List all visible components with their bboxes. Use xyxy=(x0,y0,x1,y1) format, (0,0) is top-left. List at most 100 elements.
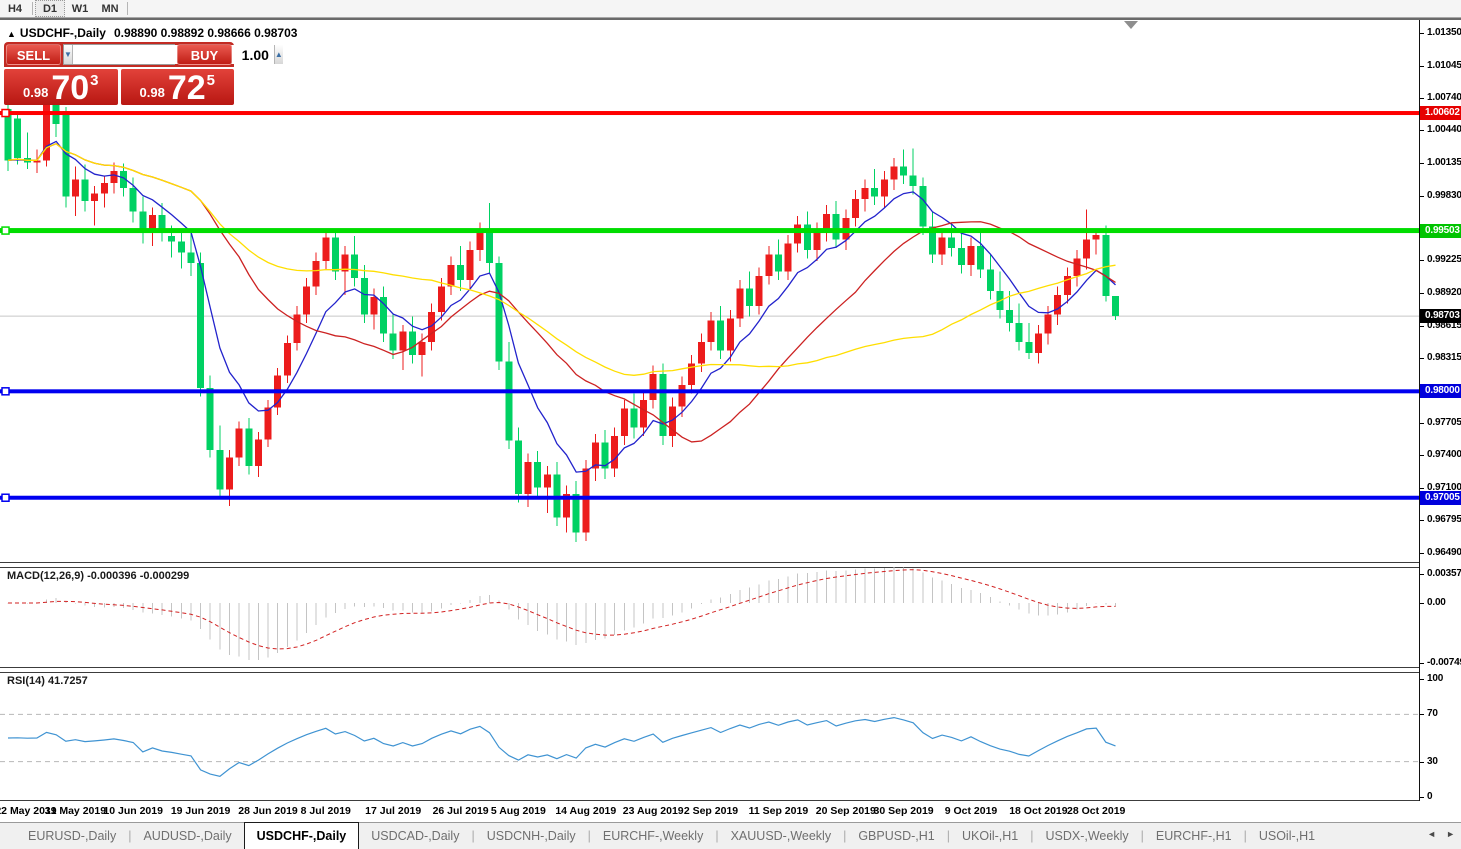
chart-symbol-label: USDCHF-,Daily xyxy=(20,26,106,40)
date-tick-label: 28 Oct 2019 xyxy=(1067,805,1125,817)
date-tick-label: 11 Sep 2019 xyxy=(749,805,809,817)
one-click-trading-panel: SELL ▼ ▲ BUY 0.98 70 3 0.98 72 5 xyxy=(4,42,234,105)
chart-tab-eurchf-weekly[interactable]: EURCHF-,Weekly xyxy=(591,823,715,849)
macd-tick-label: -0.00749 xyxy=(1427,657,1461,668)
axis-tickmark xyxy=(1420,679,1424,680)
chart-tab-xauusd-weekly[interactable]: XAUUSD-,Weekly xyxy=(719,823,843,849)
volume-stepper: ▼ ▲ xyxy=(63,44,175,65)
chart-title: ▲ USDCHF-,Daily 0.98890 0.98892 0.98666 0.… xyxy=(7,26,297,40)
axis-tickmark xyxy=(1420,762,1424,763)
price-tick-label: 0.96795 xyxy=(1427,514,1461,525)
chart-shift-marker-icon[interactable] xyxy=(1124,21,1138,29)
rsi-tick-label: 30 xyxy=(1427,756,1438,767)
price-badge: 0.98703 xyxy=(1420,309,1461,323)
axis-tickmark xyxy=(1420,260,1424,261)
date-tick-label: 20 Sep 2019 xyxy=(816,805,876,817)
axis-tickmark xyxy=(1420,553,1424,554)
date-tick-label: 30 Sep 2019 xyxy=(874,805,934,817)
chart-tab-eurchf-h1[interactable]: EURCHF-,H1 xyxy=(1144,823,1244,849)
price-tick-label: 1.00440 xyxy=(1427,124,1461,135)
axis-tickmark xyxy=(1420,488,1424,489)
rsi-current-value: 41.7257 xyxy=(48,675,88,687)
toolbar-separator xyxy=(32,2,33,15)
date-tick-label: 8 Jul 2019 xyxy=(301,805,351,817)
date-tick-label: 18 Oct 2019 xyxy=(1009,805,1067,817)
volume-input[interactable] xyxy=(73,45,274,64)
volume-increase-icon[interactable]: ▲ xyxy=(274,45,283,64)
date-tick-label: 23 Aug 2019 xyxy=(623,805,684,817)
chart-tab-usoil-h1[interactable]: USOil-,H1 xyxy=(1247,823,1327,849)
collapse-triangle-icon[interactable]: ▲ xyxy=(7,29,16,39)
price-badge: 0.97005 xyxy=(1420,491,1461,505)
price-tick-label: 1.01350 xyxy=(1427,27,1461,38)
axis-tickmark xyxy=(1420,574,1424,575)
sell-price-base: 0.98 xyxy=(23,85,48,100)
date-tick-label: 19 Jun 2019 xyxy=(171,805,231,817)
chart-tab-usdx-weekly[interactable]: USDX-,Weekly xyxy=(1034,823,1141,849)
macd-current-values: -0.000396 -0.000299 xyxy=(87,570,189,582)
chart-tab-gbpusd-h1[interactable]: GBPUSD-,H1 xyxy=(846,823,946,849)
axis-tickmark xyxy=(1420,797,1424,798)
axis-tickmark xyxy=(1420,423,1424,424)
chart-tab-usdcad-daily[interactable]: USDCAD-,Daily xyxy=(359,823,471,849)
chart-tab-usdchf-daily[interactable]: USDCHF-,Daily xyxy=(244,822,360,849)
timeframe-toolbar: H4 D1W1MN xyxy=(0,0,1461,18)
price-tick-label: 0.97400 xyxy=(1427,449,1461,460)
axis-tickmark xyxy=(1420,358,1424,359)
sell-price-big: 70 xyxy=(51,74,89,104)
axis-tickmark xyxy=(1420,293,1424,294)
date-tick-label: 26 Jul 2019 xyxy=(433,805,489,817)
axis-tickmark xyxy=(1420,33,1424,34)
trade-panel-price-row: 0.98 70 3 0.98 72 5 xyxy=(4,69,234,105)
chart-ohlc-values: 0.98890 0.98892 0.98666 0.98703 xyxy=(114,26,298,40)
price-axis[interactable]: 1.013501.010451.007401.004401.001350.998… xyxy=(1419,20,1461,801)
date-tick-label: 17 Jul 2019 xyxy=(365,805,421,817)
macd-panel[interactable] xyxy=(0,567,1461,668)
price-tick-label: 1.00135 xyxy=(1427,157,1461,168)
macd-tick-label: 0.00 xyxy=(1427,597,1446,608)
axis-tickmark xyxy=(1420,663,1424,664)
date-tick-label: 28 Jun 2019 xyxy=(238,805,298,817)
buy-price-big: 72 xyxy=(168,74,206,104)
timeframe-mn-button[interactable]: MN xyxy=(95,0,125,17)
price-tick-label: 0.99225 xyxy=(1427,254,1461,265)
chart-tab-usdcnh-daily[interactable]: USDCNH-,Daily xyxy=(475,823,588,849)
toolbar-separator xyxy=(127,2,128,15)
buy-button[interactable]: BUY xyxy=(177,44,232,65)
date-tick-label: 9 Oct 2019 xyxy=(945,805,998,817)
price-badge: 0.99503 xyxy=(1420,224,1461,238)
rsi-tick-label: 0 xyxy=(1427,791,1432,802)
chart-tab-eurusd-daily[interactable]: EURUSD-,Daily xyxy=(16,823,128,849)
price-tick-label: 0.98920 xyxy=(1427,287,1461,298)
buy-price-display[interactable]: 0.98 72 5 xyxy=(121,69,235,105)
timeframe-h4-button[interactable]: H4 xyxy=(0,0,30,17)
axis-tickmark xyxy=(1420,98,1424,99)
date-tick-label: 2 Sep 2019 xyxy=(684,805,738,817)
chart-tab-ukoil-h1[interactable]: UKOil-,H1 xyxy=(950,823,1030,849)
date-tick-label: 31 May 2019 xyxy=(45,805,106,817)
volume-decrease-icon[interactable]: ▼ xyxy=(64,45,73,64)
sell-button[interactable]: SELL xyxy=(6,44,61,65)
timeframe-w1-button[interactable]: W1 xyxy=(65,0,95,17)
tab-scroll-right-icon[interactable]: ► xyxy=(1446,828,1455,840)
macd-tick-label: 0.003574 xyxy=(1427,568,1461,579)
date-axis[interactable]: 22 May 201931 May 201910 Jun 201919 Jun … xyxy=(0,801,1419,822)
buy-price-base: 0.98 xyxy=(140,85,165,100)
buy-price-pip: 5 xyxy=(207,72,215,89)
axis-tickmark xyxy=(1420,603,1424,604)
axis-tickmark xyxy=(1420,66,1424,67)
rsi-panel[interactable] xyxy=(0,672,1461,801)
tab-scroll-left-icon[interactable]: ◄ xyxy=(1427,828,1436,840)
price-tick-label: 0.99830 xyxy=(1427,190,1461,201)
date-tick-label: 10 Jun 2019 xyxy=(103,805,163,817)
chart-tab-audusd-daily[interactable]: AUDUSD-,Daily xyxy=(131,823,243,849)
sell-price-display[interactable]: 0.98 70 3 xyxy=(4,69,118,105)
axis-tickmark xyxy=(1420,326,1424,327)
price-tick-label: 1.00740 xyxy=(1427,92,1461,103)
sell-price-pip: 3 xyxy=(90,72,98,89)
timeframe-d1-button[interactable]: D1 xyxy=(35,0,65,17)
axis-tickmark xyxy=(1420,163,1424,164)
macd-name: MACD(12,26,9) xyxy=(7,570,84,582)
axis-tickmark xyxy=(1420,520,1424,521)
price-tick-label: 0.96490 xyxy=(1427,547,1461,558)
